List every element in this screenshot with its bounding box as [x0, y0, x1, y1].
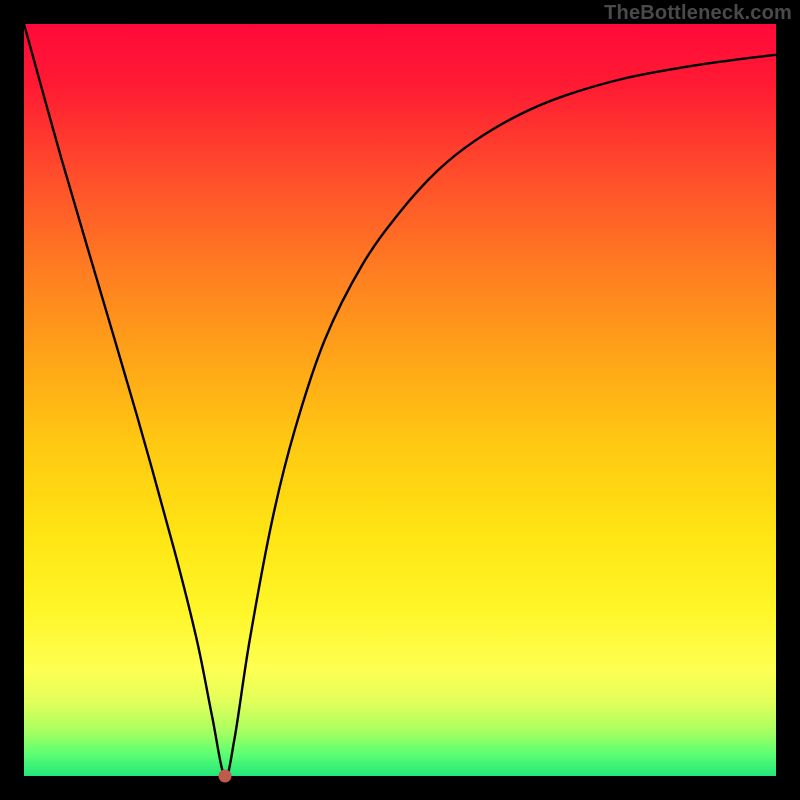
- watermark-text: TheBottleneck.com: [604, 2, 792, 25]
- bottleneck-curve: [24, 24, 776, 776]
- optimal-point-marker: [218, 770, 231, 783]
- plot-area: [24, 24, 776, 776]
